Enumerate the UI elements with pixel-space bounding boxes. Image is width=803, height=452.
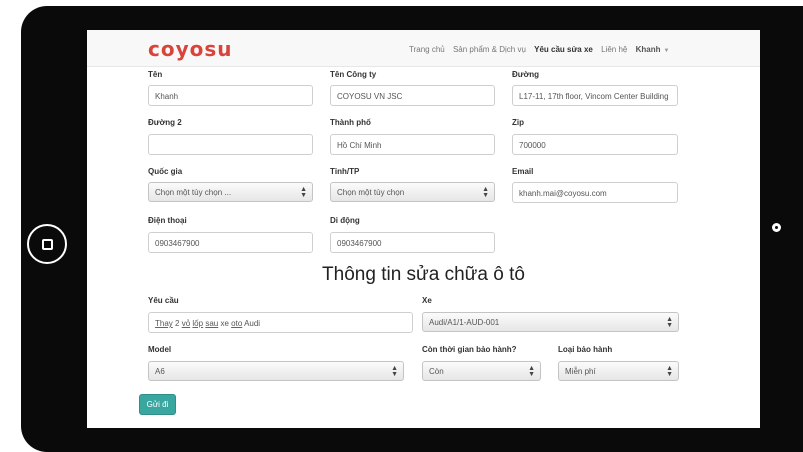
request-label: Yêu cầu	[148, 296, 179, 305]
request-word: oto	[231, 319, 243, 328]
warranty-type-value: Miễn phí	[565, 367, 596, 376]
model-select-value: A6	[155, 367, 165, 376]
warranty-left-select[interactable]: Còn ▲ ▼	[422, 361, 541, 381]
province-select-value: Chọn một tùy chọn	[337, 188, 405, 197]
street-input[interactable]: L17-11, 17th floor, Vincom Center Buildi…	[512, 85, 678, 106]
warranty-type-select[interactable]: Miễn phí ▲ ▼	[558, 361, 679, 381]
name-input[interactable]: Khanh	[148, 85, 313, 106]
tablet-frame-right	[760, 6, 803, 452]
nav-home[interactable]: Trang chủ	[409, 45, 445, 54]
caret-down-icon: ▼	[663, 48, 670, 54]
city-label: Thành phố	[330, 118, 371, 127]
section-title: Thông tin sửa chữa ô tô	[322, 264, 525, 285]
nav-contact[interactable]: Liên hệ	[601, 45, 627, 54]
model-select[interactable]: A6 ▲ ▼	[148, 361, 404, 381]
car-label: Xe	[422, 296, 432, 305]
email-label: Email	[512, 167, 534, 176]
phone-input[interactable]: 0903467900	[148, 232, 313, 253]
car-select[interactable]: Audi/A1/1-AUD-001 ▲ ▼	[422, 312, 679, 332]
select-arrows-icon: ▲ ▼	[482, 186, 489, 199]
select-arrows-icon: ▲ ▼	[666, 316, 673, 329]
phone-label: Điện thoại	[148, 216, 187, 225]
name-label: Tên	[148, 70, 163, 79]
warranty-left-value: Còn	[429, 367, 444, 376]
mobile-label: Di động	[330, 216, 360, 225]
select-arrows-icon: ▲ ▼	[528, 365, 535, 378]
zip-label: Zip	[512, 118, 524, 127]
warranty-type-label: Loại bảo hành	[558, 345, 613, 354]
mobile-input[interactable]: 0903467900	[330, 232, 495, 253]
request-word: 2	[175, 319, 180, 328]
submit-button[interactable]: Gửi đi	[139, 394, 176, 415]
request-word: Audi	[244, 319, 261, 328]
select-arrows-icon: ▲ ▼	[300, 186, 307, 199]
select-arrows-icon: ▲ ▼	[391, 365, 398, 378]
request-word: Thay	[155, 319, 173, 328]
logo[interactable]: coyosu	[148, 37, 233, 61]
request-word: xe	[220, 319, 229, 328]
nav-repair-request[interactable]: Yêu cầu sửa xe	[534, 45, 593, 54]
email-input[interactable]: khanh.mai@coyosu.com	[512, 182, 678, 203]
warranty-left-label: Còn thời gian bảo hành?	[422, 345, 517, 354]
nav-links: Trang chủ Sản phẩm & Dịch vụ Yêu cầu sửa…	[409, 45, 681, 54]
request-word: lốp	[192, 319, 204, 328]
browser-screen: coyosu Trang chủ Sản phẩm & Dịch vụ Yêu …	[87, 30, 760, 428]
country-label: Quốc gia	[148, 167, 183, 176]
home-button[interactable]	[27, 224, 67, 264]
country-select-value: Chọn một tùy chọn ...	[155, 188, 232, 197]
street2-input[interactable]	[148, 134, 313, 155]
province-label: Tỉnh/TP	[330, 167, 360, 176]
zip-input[interactable]: 700000	[512, 134, 678, 155]
street-label: Đường	[512, 70, 540, 79]
street2-label: Đường 2	[148, 118, 182, 127]
request-word: vỏ	[181, 319, 191, 328]
car-select-value: Audi/A1/1-AUD-001	[429, 318, 500, 327]
home-square-icon	[42, 239, 53, 250]
country-select[interactable]: Chọn một tùy chọn ... ▲ ▼	[148, 182, 313, 202]
nav-products[interactable]: Sản phẩm & Dịch vụ	[453, 45, 526, 54]
city-input[interactable]: Hồ Chí Minh	[330, 134, 495, 155]
camera-icon	[772, 223, 781, 232]
navbar: coyosu Trang chủ Sản phẩm & Dịch vụ Yêu …	[87, 30, 760, 67]
province-select[interactable]: Chọn một tùy chọn ▲ ▼	[330, 182, 495, 202]
user-menu[interactable]: Khanh ▼	[636, 45, 676, 54]
company-input[interactable]: COYOSU VN JSC	[330, 85, 495, 106]
user-name: Khanh	[635, 45, 661, 54]
company-label: Tên Công ty	[330, 70, 377, 79]
request-input[interactable]: Thay 2 vỏ lốp sau xe oto Audi	[148, 312, 413, 333]
model-label: Model	[148, 345, 172, 354]
request-word: sau	[205, 319, 219, 328]
select-arrows-icon: ▲ ▼	[666, 365, 673, 378]
